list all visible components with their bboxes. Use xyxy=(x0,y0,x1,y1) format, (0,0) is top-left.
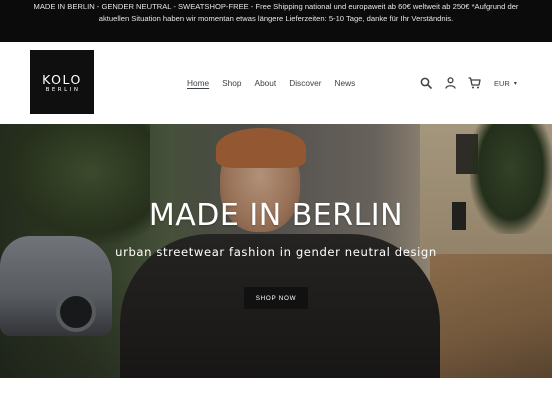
currency-selector[interactable]: EUR ▾ xyxy=(494,79,517,88)
nav-item-news[interactable]: News xyxy=(335,77,356,89)
nav-item-home[interactable]: Home xyxy=(187,77,209,89)
site-logo[interactable]: KOLO BERLIN xyxy=(30,50,94,114)
chevron-down-icon: ▾ xyxy=(513,80,517,87)
cart-icon[interactable] xyxy=(466,75,482,91)
currency-label: EUR xyxy=(494,78,510,88)
main-nav: Home Shop About Discover News xyxy=(187,77,368,89)
search-icon[interactable] xyxy=(418,75,434,91)
below-hero-section xyxy=(0,378,552,400)
header-icons: EUR ▾ xyxy=(418,75,517,91)
nav-item-discover[interactable]: Discover xyxy=(289,77,321,89)
logo-main-text: KOLO xyxy=(42,71,82,87)
site-header: KOLO BERLIN Home Shop About Discover New… xyxy=(0,42,552,124)
hero-banner: MADE IN BERLIN urban streetwear fashion … xyxy=(0,124,552,378)
user-icon[interactable] xyxy=(442,75,458,91)
nav-item-shop[interactable]: Shop xyxy=(222,77,241,89)
hero-title: MADE IN BERLIN xyxy=(148,198,404,233)
shop-now-button[interactable]: SHOP NOW xyxy=(244,287,308,309)
logo-sub-text: BERLIN xyxy=(45,86,81,93)
announcement-text: MADE IN BERLIN - GENDER NEUTRAL - SWEATS… xyxy=(33,2,519,23)
announcement-bar: MADE IN BERLIN - GENDER NEUTRAL - SWEATS… xyxy=(0,0,552,42)
nav-item-about[interactable]: About xyxy=(255,77,277,89)
hero-subtitle: urban streetwear fashion in gender neutr… xyxy=(115,245,437,259)
